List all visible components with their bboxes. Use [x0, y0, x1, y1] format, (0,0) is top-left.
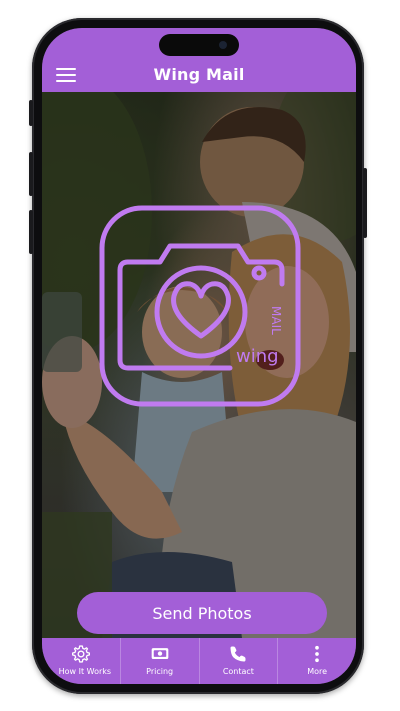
dynamic-island	[159, 34, 239, 56]
more-vertical-icon	[315, 645, 319, 663]
phone-volume-down-button	[29, 210, 33, 254]
phone-power-button	[363, 168, 367, 238]
tab-label: More	[307, 667, 328, 676]
status-bar	[42, 28, 356, 58]
camera-heart-logo-icon: wing MAIL	[99, 205, 301, 407]
gear-icon	[71, 645, 90, 663]
front-camera-icon	[219, 41, 227, 49]
phone-screen: Wing Mail wing MAIL Send Photos How It W…	[42, 28, 356, 684]
tab-contact[interactable]: Contact	[200, 638, 279, 684]
logo-wing-text: wing	[236, 346, 279, 367]
tab-more[interactable]: More	[278, 638, 356, 684]
tab-how-it-works[interactable]: How It Works	[42, 638, 121, 684]
hero-background-photo: wing MAIL Send Photos	[42, 92, 356, 638]
tab-label: Pricing	[146, 667, 174, 676]
phone-volume-up-button	[29, 152, 33, 196]
money-icon	[151, 648, 168, 659]
phone-side-button	[29, 100, 33, 126]
bottom-tab-bar: How It Works Pricing Contact More	[42, 638, 356, 684]
tab-label: How It Works	[58, 667, 112, 676]
send-photos-button[interactable]: Send Photos	[77, 592, 327, 634]
logo-mail-text: MAIL	[269, 306, 283, 335]
page-title: Wing Mail	[153, 65, 245, 84]
tab-label: Contact	[222, 667, 254, 676]
app-header: Wing Mail	[42, 58, 356, 92]
phone-icon	[230, 646, 246, 662]
tab-pricing[interactable]: Pricing	[121, 638, 200, 684]
